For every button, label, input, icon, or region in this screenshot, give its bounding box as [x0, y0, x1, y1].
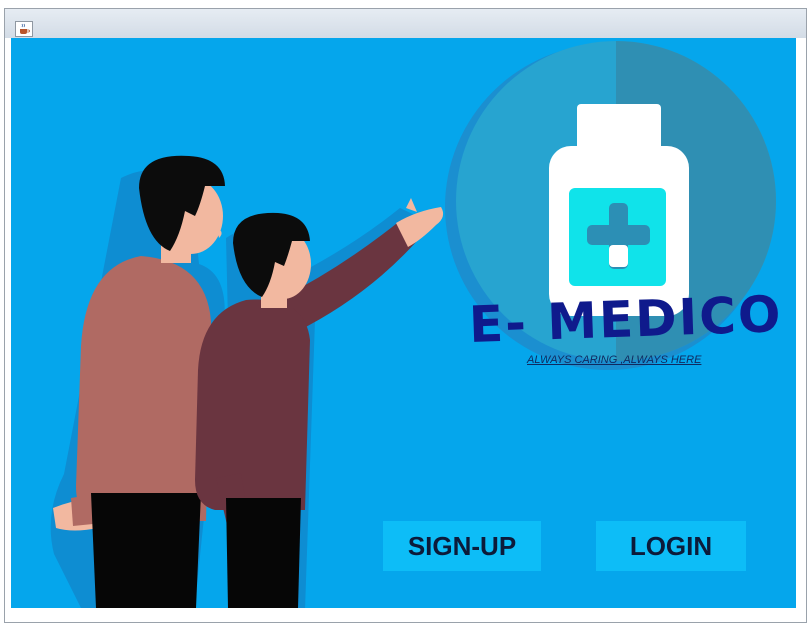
welcome-panel: E- MEDICO ALWAYS CARING ,ALWAYS HERE SIG…: [11, 38, 796, 608]
login-button[interactable]: LOGIN: [596, 521, 746, 571]
app-tagline: ALWAYS CARING ,ALWAYS HERE: [527, 354, 702, 366]
title-bar[interactable]: [5, 9, 806, 38]
signup-button[interactable]: SIGN-UP: [383, 521, 541, 571]
java-coffee-icon[interactable]: [15, 21, 33, 37]
app-title: E- MEDICO: [467, 285, 784, 354]
